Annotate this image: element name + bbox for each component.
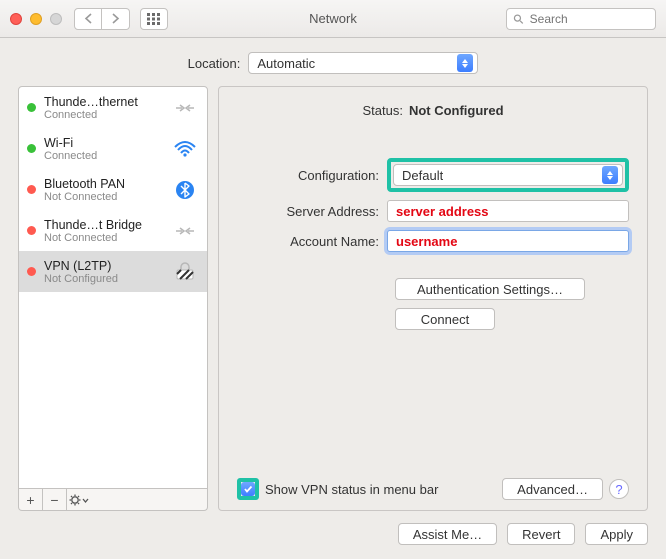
service-item-thunderbolt-bridge[interactable]: Thunde…t Bridge Not Connected (19, 210, 207, 251)
status-dot-disconnected-icon (27, 185, 36, 194)
server-address-input[interactable] (394, 203, 622, 220)
service-item-bluetooth-pan[interactable]: Bluetooth PAN Not Connected (19, 169, 207, 210)
select-caret-icon (457, 54, 473, 72)
configuration-highlight: Default (387, 158, 629, 192)
search-input[interactable] (528, 11, 649, 27)
service-name: Thunde…thernet (44, 95, 167, 109)
status-row: Status: Not Configured (237, 103, 629, 118)
show-vpn-status-label: Show VPN status in menu bar (265, 482, 438, 497)
status-dot-disconnected-icon (27, 226, 36, 235)
status-dot-notconfigured-icon (27, 267, 36, 276)
advanced-button[interactable]: Advanced… (502, 478, 603, 500)
titlebar: Network (0, 0, 666, 38)
service-list-footer: + − (18, 489, 208, 511)
apply-button[interactable]: Apply (585, 523, 648, 545)
assist-me-button[interactable]: Assist Me… (398, 523, 497, 545)
service-status: Connected (44, 150, 167, 162)
service-name: VPN (L2TP) (44, 259, 167, 273)
account-name-label: Account Name: (237, 234, 387, 249)
service-name: Bluetooth PAN (44, 177, 167, 191)
account-name-field[interactable] (387, 230, 629, 252)
minimize-window-button[interactable] (30, 13, 42, 25)
help-button[interactable]: ? (609, 479, 629, 499)
back-button[interactable] (74, 8, 102, 30)
service-action-menu-button[interactable] (67, 489, 91, 511)
revert-button[interactable]: Revert (507, 523, 575, 545)
service-item-wifi[interactable]: Wi-Fi Connected (19, 128, 207, 169)
zoom-window-button[interactable] (50, 13, 62, 25)
location-label: Location: (188, 56, 241, 71)
detail-footer: Show VPN status in menu bar Advanced… ? (237, 478, 629, 500)
server-address-label: Server Address: (237, 204, 387, 219)
gear-icon (69, 494, 81, 506)
service-status: Connected (44, 109, 167, 121)
add-service-button[interactable]: + (19, 489, 43, 511)
location-row: Location: Automatic (18, 52, 648, 74)
configuration-value: Default (402, 168, 443, 183)
footer-buttons: Assist Me… Revert Apply (18, 523, 648, 545)
remove-service-button[interactable]: − (43, 489, 67, 511)
ethernet-icon (171, 97, 199, 119)
ethernet-icon (171, 220, 199, 242)
search-field[interactable] (506, 8, 656, 30)
nav-group (74, 8, 130, 30)
account-name-input[interactable] (394, 233, 622, 250)
configuration-select[interactable]: Default (393, 164, 623, 186)
service-status: Not Connected (44, 191, 167, 203)
service-name: Wi-Fi (44, 136, 167, 150)
check-icon (243, 484, 253, 494)
service-list: Thunde…thernet Connected Wi-Fi Connected (18, 86, 208, 489)
forward-button[interactable] (102, 8, 130, 30)
window-body: Location: Automatic Thunde…thernet Conne… (0, 38, 666, 559)
status-dot-connected-icon (27, 144, 36, 153)
connect-button[interactable]: Connect (395, 308, 495, 330)
service-list-panel: Thunde…thernet Connected Wi-Fi Connected (18, 86, 208, 511)
service-status: Not Configured (44, 273, 167, 285)
chevron-down-icon (82, 494, 89, 506)
service-item-thunderbolt-ethernet[interactable]: Thunde…thernet Connected (19, 87, 207, 128)
authentication-settings-button[interactable]: Authentication Settings… (395, 278, 585, 300)
status-label: Status: (362, 103, 402, 118)
search-icon (513, 13, 524, 25)
close-window-button[interactable] (10, 13, 22, 25)
location-select[interactable]: Automatic (248, 52, 478, 74)
wifi-icon (171, 138, 199, 160)
show-all-button[interactable] (140, 8, 168, 30)
show-vpn-status-checkbox[interactable] (241, 482, 255, 496)
checkbox-highlight (237, 478, 259, 500)
status-dot-connected-icon (27, 103, 36, 112)
service-item-vpn-l2tp[interactable]: VPN (L2TP) Not Configured (19, 251, 207, 292)
location-value: Automatic (257, 56, 315, 71)
vpn-lock-icon (171, 261, 199, 283)
detail-panel: Status: Not Configured Configuration: De… (218, 86, 648, 511)
service-status: Not Connected (44, 232, 167, 244)
configuration-label: Configuration: (237, 168, 387, 183)
select-caret-icon (602, 166, 618, 184)
bluetooth-icon (171, 179, 199, 201)
window-controls (10, 13, 62, 25)
status-value: Not Configured (409, 103, 504, 118)
service-name: Thunde…t Bridge (44, 218, 167, 232)
server-address-field[interactable] (387, 200, 629, 222)
